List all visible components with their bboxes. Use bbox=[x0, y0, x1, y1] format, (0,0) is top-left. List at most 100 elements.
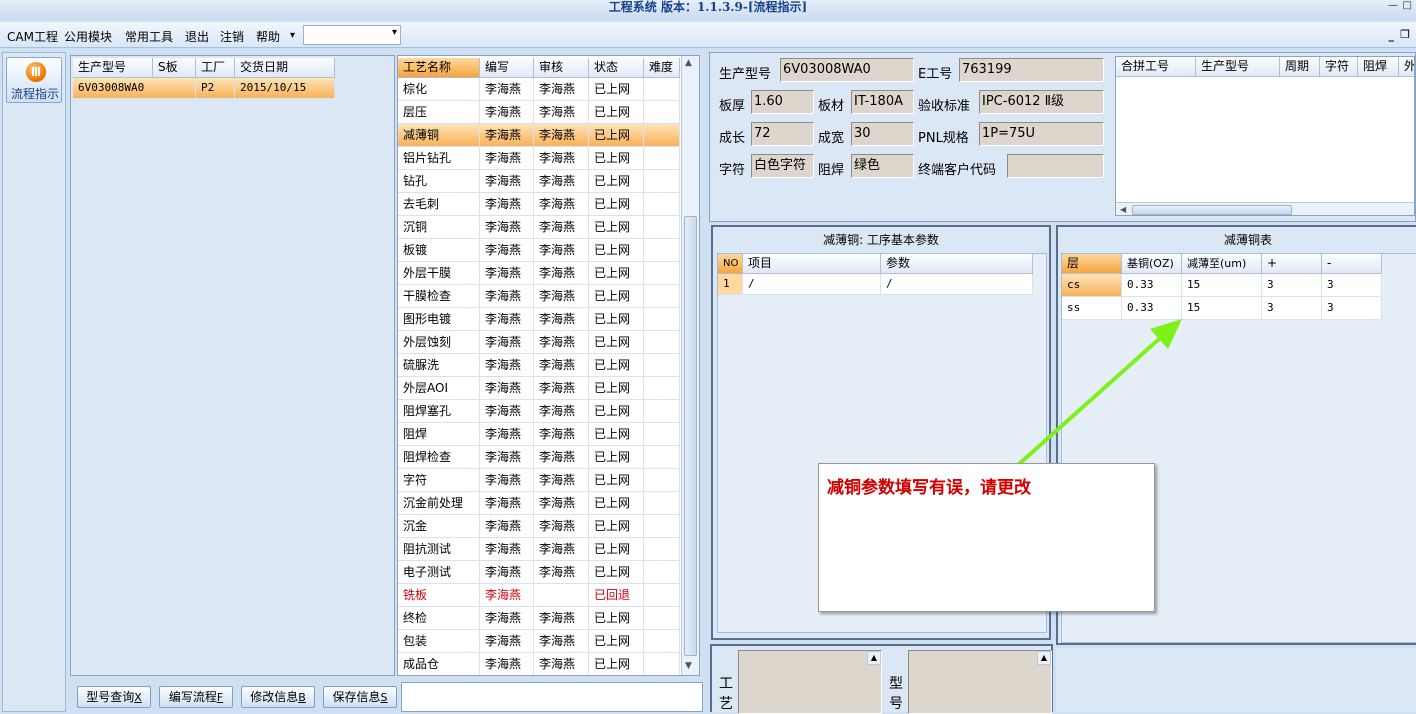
length-field[interactable]: 72 bbox=[751, 122, 814, 146]
table-row[interactable]: 去毛刺 李海燕 李海燕 已上网 bbox=[398, 193, 680, 216]
table-row[interactable]: 阻抗测试 李海燕 李海燕 已上网 bbox=[398, 538, 680, 561]
mask-field[interactable]: 绿色 bbox=[851, 154, 914, 178]
col-delivery-date[interactable]: 交货日期 bbox=[235, 58, 335, 77]
col-param[interactable]: 参数 bbox=[881, 254, 1033, 273]
col-reviewer[interactable]: 审核 bbox=[534, 58, 589, 77]
window-maximize-button[interactable]: □ bbox=[1403, 0, 1412, 11]
table-row[interactable]: 外层蚀刻 李海燕 李海燕 已上网 bbox=[398, 331, 680, 354]
write-flow-button[interactable]: 编写流程F bbox=[159, 686, 233, 708]
col-no[interactable]: NO bbox=[718, 254, 743, 273]
craft-textarea[interactable]: ▲ bbox=[738, 650, 882, 714]
col-combine-no[interactable]: 合拼工号 bbox=[1116, 57, 1196, 76]
table-row[interactable]: 铝片钻孔 李海燕 李海燕 已上网 bbox=[398, 147, 680, 170]
col-model[interactable]: 生产型号 bbox=[73, 58, 153, 77]
col-difficulty[interactable]: 难度 bbox=[644, 58, 680, 77]
col-combine-mask[interactable]: 阻焊 bbox=[1358, 57, 1399, 76]
table-row[interactable]: 包装 李海燕 李海燕 已上网 bbox=[398, 630, 680, 653]
table-row[interactable]: 图形电镀 李海燕 李海燕 已上网 bbox=[398, 308, 680, 331]
mdi-restore-button[interactable]: ❐ bbox=[1400, 28, 1410, 41]
process-name-cell: 阻焊检查 bbox=[398, 446, 480, 468]
menu-logout[interactable]: 注销 bbox=[220, 28, 244, 45]
menu-tools[interactable]: 常用工具 bbox=[125, 28, 173, 45]
table-row[interactable]: 板镀 李海燕 李海燕 已上网 bbox=[398, 239, 680, 262]
writer-cell: 李海燕 bbox=[480, 193, 534, 215]
table-row[interactable]: 层压 李海燕 李海燕 已上网 bbox=[398, 101, 680, 124]
standard-field[interactable]: IPC-6012 Ⅱ级 bbox=[979, 90, 1104, 114]
table-row[interactable]: 沉金 李海燕 李海燕 已上网 bbox=[398, 515, 680, 538]
col-item[interactable]: 项目 bbox=[743, 254, 881, 273]
reviewer-cell: 李海燕 bbox=[534, 262, 589, 284]
col-s-board[interactable]: S板 bbox=[153, 58, 196, 77]
scroll-thumb[interactable] bbox=[684, 216, 697, 656]
scroll-up-icon[interactable]: ▲ bbox=[685, 58, 692, 68]
modify-info-button[interactable]: 修改信息B bbox=[241, 686, 315, 708]
col-factory[interactable]: 工厂 bbox=[196, 58, 235, 77]
arrow-shaft bbox=[1016, 329, 1170, 467]
col-reduce-to[interactable]: 减薄至(um) bbox=[1182, 254, 1262, 273]
model-field[interactable]: 6V03008WA0 bbox=[780, 58, 914, 82]
col-layer[interactable]: 层 bbox=[1062, 254, 1122, 273]
process-scrollbar[interactable]: ▲ ▼ bbox=[681, 56, 699, 675]
e-no-field[interactable]: 763199 bbox=[959, 58, 1104, 82]
table-row[interactable]: 6V03008WA0 P2 2015/10/15 bbox=[73, 78, 335, 99]
menu-exit[interactable]: 退出 bbox=[185, 28, 209, 45]
reviewer-cell: 李海燕 bbox=[534, 377, 589, 399]
table-row[interactable]: 阻焊塞孔 李海燕 李海燕 已上网 bbox=[398, 400, 680, 423]
save-info-button[interactable]: 保存信息S bbox=[323, 686, 397, 708]
col-combine-cycle[interactable]: 周期 bbox=[1280, 57, 1320, 76]
difficulty-cell bbox=[644, 653, 680, 675]
pnl-field[interactable]: 1P=75U bbox=[979, 122, 1104, 146]
table-row[interactable]: 外层AOI 李海燕 李海燕 已上网 bbox=[398, 377, 680, 400]
table-row[interactable]: 外层干膜 李海燕 李海燕 已上网 bbox=[398, 262, 680, 285]
col-plus[interactable]: + bbox=[1262, 254, 1322, 273]
table-row[interactable]: 减薄铜 李海燕 李海燕 已上网 bbox=[398, 124, 680, 147]
difficulty-cell bbox=[644, 400, 680, 422]
toolbar-dropdown[interactable] bbox=[303, 25, 401, 45]
menu-cam[interactable]: CAM工程 bbox=[7, 28, 58, 45]
model-query-button[interactable]: 型号查询X bbox=[77, 686, 151, 708]
col-combine-model[interactable]: 生产型号 bbox=[1196, 57, 1280, 76]
table-row[interactable]: 硫脲洗 李海燕 李海燕 已上网 bbox=[398, 354, 680, 377]
combine-hscrollbar[interactable]: ◀ bbox=[1116, 202, 1414, 215]
scroll-down-icon[interactable]: ▼ bbox=[685, 661, 692, 671]
material-field[interactable]: IT-180A bbox=[851, 90, 914, 114]
menu-help[interactable]: 帮助 bbox=[256, 28, 280, 45]
col-combine-char[interactable]: 字符 bbox=[1320, 57, 1358, 76]
scroll-left-icon[interactable]: ◀ bbox=[1120, 205, 1126, 214]
customer-field[interactable] bbox=[1007, 154, 1104, 178]
col-writer[interactable]: 编写 bbox=[480, 58, 534, 77]
width-field[interactable]: 30 bbox=[851, 122, 914, 146]
thickness-field[interactable]: 1.60 bbox=[751, 90, 814, 114]
table-row[interactable]: 电子测试 李海燕 李海燕 已上网 bbox=[398, 561, 680, 584]
flow-indicator-button[interactable]: 流程指示 bbox=[6, 57, 62, 103]
remark-input[interactable] bbox=[401, 682, 703, 712]
col-combine-outer[interactable]: 外层 bbox=[1399, 57, 1414, 76]
table-row[interactable]: 棕化 李海燕 李海燕 已上网 bbox=[398, 78, 680, 101]
table-row[interactable]: 1 / / bbox=[718, 274, 1033, 295]
table-row[interactable]: 成品仓 李海燕 李海燕 已上网 bbox=[398, 653, 680, 675]
mdi-minimize-button[interactable]: _ bbox=[1389, 29, 1395, 42]
minus-cell: 3 bbox=[1322, 274, 1382, 296]
col-status[interactable]: 状态 bbox=[589, 58, 644, 77]
table-row[interactable]: cs 0.33 15 3 3 bbox=[1062, 274, 1382, 297]
hscroll-thumb[interactable] bbox=[1132, 205, 1292, 215]
scroll-up-icon[interactable]: ▲ bbox=[867, 651, 881, 665]
table-row[interactable]: 沉金前处理 李海燕 李海燕 已上网 bbox=[398, 492, 680, 515]
menu-common-module[interactable]: 公用模块 bbox=[64, 28, 112, 45]
scroll-up-icon[interactable]: ▲ bbox=[1037, 651, 1051, 665]
window-minimize-button[interactable]: — bbox=[1388, 0, 1398, 11]
table-row[interactable]: 铣板 李海燕 已回退 bbox=[398, 584, 680, 607]
table-row[interactable]: 字符 李海燕 李海燕 已上网 bbox=[398, 469, 680, 492]
table-row[interactable]: 干膜检查 李海燕 李海燕 已上网 bbox=[398, 285, 680, 308]
chevron-down-icon[interactable]: ▾ bbox=[290, 30, 295, 41]
table-row[interactable]: 沉铜 李海燕 李海燕 已上网 bbox=[398, 216, 680, 239]
table-row[interactable]: 阻焊 李海燕 李海燕 已上网 bbox=[398, 423, 680, 446]
table-row[interactable]: 终检 李海燕 李海燕 已上网 bbox=[398, 607, 680, 630]
table-row[interactable]: 阻焊检查 李海燕 李海燕 已上网 bbox=[398, 446, 680, 469]
col-base-copper[interactable]: 基铜(OZ) bbox=[1122, 254, 1182, 273]
col-minus[interactable]: - bbox=[1322, 254, 1382, 273]
model-textarea[interactable]: ▲ bbox=[908, 650, 1052, 714]
col-process-name[interactable]: 工艺名称 bbox=[398, 58, 480, 77]
table-row[interactable]: 钻孔 李海燕 李海燕 已上网 bbox=[398, 170, 680, 193]
char-field[interactable]: 白色字符 bbox=[751, 154, 814, 178]
